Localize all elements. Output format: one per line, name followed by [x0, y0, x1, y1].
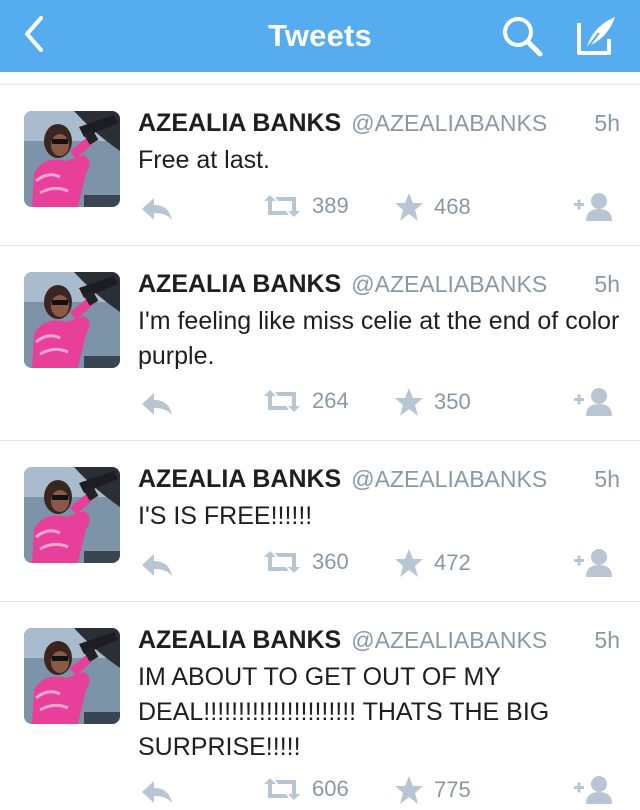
reply-button[interactable] — [140, 552, 174, 578]
favorite-count: 775 — [434, 777, 471, 802]
author-name[interactable]: AZEALIA BANKS — [138, 465, 341, 494]
retweet-count: 264 — [312, 388, 349, 413]
compose-quill-icon — [577, 17, 615, 55]
avatar[interactable] — [24, 272, 120, 368]
follow-user-icon — [574, 776, 612, 804]
tweet-timestamp: 5h — [594, 271, 620, 297]
tweet-actions: 389 468 — [0, 189, 640, 229]
tweet-header: AZEALIA BANKS @AZEALIABANKS 5h — [138, 465, 620, 497]
tweet-content: AZEALIA BANKS @AZEALIABANKS 5h Free at last… — [138, 109, 620, 178]
avatar-photo — [24, 628, 120, 724]
follow-user-icon — [574, 549, 612, 577]
reply-icon — [142, 781, 172, 803]
tweet-header: AZEALIA BANKS @AZEALIABANKS 5h — [138, 109, 620, 141]
author-name[interactable]: AZEALIA BANKS — [138, 109, 341, 138]
compose-tweet-button[interactable] — [570, 10, 622, 62]
tweet-timestamp: 5h — [594, 466, 620, 492]
back-button[interactable] — [14, 14, 54, 54]
tweet-text: I'm feeling like miss celie at the end o… — [138, 307, 620, 370]
favorite-star-icon — [395, 193, 423, 221]
favorite-button[interactable]: 472 — [394, 548, 471, 578]
follow-button[interactable] — [572, 547, 614, 579]
tweet-text: IM ABOUT TO GET OUT OF MY DEAL!!!!!!!!!!… — [138, 663, 550, 761]
tweet-actions: 360 472 — [0, 545, 640, 585]
tweet-text: Free at last. — [138, 146, 270, 174]
top-navigation-bar: Tweets — [0, 0, 640, 72]
retweet-icon — [264, 390, 300, 412]
favorite-button[interactable]: 350 — [394, 387, 471, 417]
timeline-top-gap — [0, 72, 640, 84]
retweet-button[interactable]: 360 — [262, 549, 349, 575]
retweet-icon — [264, 778, 300, 800]
tweet-item[interactable]: AZEALIA BANKS @AZEALIABANKS 5h I'm feeling … — [0, 246, 640, 440]
retweet-button[interactable]: 389 — [262, 193, 349, 219]
favorite-button[interactable]: 468 — [394, 192, 471, 222]
reply-button[interactable] — [140, 779, 174, 805]
favorite-count: 472 — [434, 550, 471, 575]
avatar-photo — [24, 272, 120, 368]
retweet-icon — [264, 195, 300, 217]
page-title: Tweets — [268, 18, 372, 53]
follow-button[interactable] — [572, 774, 614, 806]
tweet-timestamp: 5h — [594, 110, 620, 136]
tweet-content: AZEALIA BANKS @AZEALIABANKS 5h I'S IS FREE!… — [138, 465, 620, 534]
reply-icon — [142, 198, 172, 220]
search-button[interactable] — [496, 10, 548, 62]
author-handle[interactable]: @AZEALIABANKS — [351, 627, 547, 654]
author-name[interactable]: AZEALIA BANKS — [138, 270, 341, 299]
tweet-item[interactable]: AZEALIA BANKS @AZEALIABANKS 5h Free at last… — [0, 85, 640, 245]
author-handle[interactable]: @AZEALIABANKS — [351, 271, 547, 298]
favorite-star-icon — [395, 549, 423, 577]
favorite-button[interactable]: 775 — [394, 775, 471, 805]
avatar[interactable] — [24, 628, 120, 724]
favorite-star-icon — [395, 776, 423, 804]
author-name[interactable]: AZEALIA BANKS — [138, 626, 341, 655]
reply-button[interactable] — [140, 391, 174, 417]
tweet-timestamp: 5h — [594, 627, 620, 653]
follow-user-icon — [574, 193, 612, 221]
follow-user-icon — [574, 388, 612, 416]
follow-button[interactable] — [572, 386, 614, 418]
tweet-actions: 264 350 — [0, 384, 640, 424]
author-handle[interactable]: @AZEALIABANKS — [351, 466, 547, 493]
tweet-header: AZEALIA BANKS @AZEALIABANKS 5h — [138, 270, 620, 302]
tweet-text: I'S IS FREE!!!!!! — [138, 502, 313, 530]
favorite-count: 350 — [434, 389, 471, 414]
chevron-left-icon — [25, 16, 43, 52]
tweet-content: AZEALIA BANKS @AZEALIABANKS 5h I'm feeling … — [138, 270, 620, 374]
tweet-item[interactable]: AZEALIA BANKS @AZEALIABANKS 5h IM ABOUT TO … — [0, 602, 640, 810]
retweet-count: 360 — [312, 549, 349, 574]
search-icon — [503, 17, 543, 57]
tweet-content: AZEALIA BANKS @AZEALIABANKS 5h IM ABOUT TO … — [138, 626, 620, 765]
favorite-star-icon — [395, 388, 423, 416]
retweet-count: 606 — [312, 776, 349, 801]
tweet-timeline: AZEALIA BANKS @AZEALIABANKS 5h Free at last… — [0, 72, 640, 810]
retweet-button[interactable]: 264 — [262, 388, 349, 414]
follow-button[interactable] — [572, 191, 614, 223]
tweet-actions: 606 775 — [0, 772, 640, 810]
favorite-count: 468 — [434, 194, 471, 219]
reply-icon — [142, 393, 172, 415]
reply-icon — [142, 554, 172, 576]
retweet-count: 389 — [312, 193, 349, 218]
author-handle[interactable]: @AZEALIABANKS — [351, 110, 547, 137]
tweet-item[interactable]: AZEALIA BANKS @AZEALIABANKS 5h I'S IS FREE!… — [0, 441, 640, 601]
tweet-header: AZEALIA BANKS @AZEALIABANKS 5h — [138, 626, 620, 658]
retweet-button[interactable]: 606 — [262, 776, 349, 802]
retweet-icon — [264, 551, 300, 573]
reply-button[interactable] — [140, 196, 174, 222]
